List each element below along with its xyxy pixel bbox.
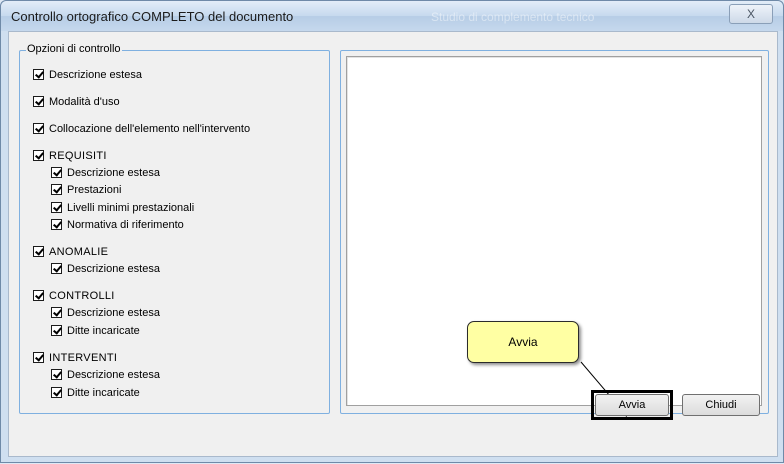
close-icon: X <box>746 7 755 21</box>
option-label: Descrizione estesa <box>67 306 160 319</box>
option-controlli-ditte[interactable]: Ditte incaricate <box>51 323 140 338</box>
close-window-button[interactable]: X <box>729 4 773 24</box>
option-interventi-descrizione[interactable]: Descrizione estesa <box>51 367 160 382</box>
option-label: Descrizione estesa <box>49 68 142 81</box>
start-button-highlight <box>591 390 673 420</box>
checkbox[interactable] <box>51 202 62 213</box>
option-label: CONTROLLI <box>49 289 115 302</box>
option-anomalie[interactable]: ANOMALIE <box>33 244 108 259</box>
checkbox[interactable] <box>51 263 62 274</box>
checkbox[interactable] <box>33 290 44 301</box>
option-modalita-uso[interactable]: Modalità d'uso <box>33 94 120 109</box>
option-label: Descrizione estesa <box>67 262 160 275</box>
options-groupbox: Opzioni di controllo Descrizione estesa … <box>19 43 330 414</box>
option-controlli[interactable]: CONTROLLI <box>33 288 115 303</box>
dialog-window: Controllo ortografico COMPLETO del docum… <box>0 0 784 463</box>
option-label: INTERVENTI <box>49 351 118 364</box>
option-requisiti-normativa[interactable]: Normativa di riferimento <box>51 217 184 232</box>
checkbox[interactable] <box>51 184 62 195</box>
option-label: Normativa di riferimento <box>67 218 184 231</box>
option-requisiti-livelli[interactable]: Livelli minimi prestazionali <box>51 200 194 215</box>
option-interventi[interactable]: INTERVENTI <box>33 350 117 365</box>
checkbox[interactable] <box>51 219 62 230</box>
close-button-label: Chiudi <box>705 399 737 411</box>
checkbox[interactable] <box>51 325 62 336</box>
callout-annotation: Avvia <box>467 321 579 363</box>
checkbox[interactable] <box>51 167 62 178</box>
option-label: Livelli minimi prestazionali <box>67 201 195 214</box>
option-requisiti-descrizione[interactable]: Descrizione estesa <box>51 165 160 180</box>
option-descrizione-estesa[interactable]: Descrizione estesa <box>33 67 142 82</box>
checkbox[interactable] <box>51 369 62 380</box>
callout-text: Avvia <box>508 335 538 349</box>
checkbox[interactable] <box>33 150 44 161</box>
title-bar[interactable]: Controllo ortografico COMPLETO del docum… <box>1 1 783 31</box>
option-requisiti-prestazioni[interactable]: Prestazioni <box>51 182 121 197</box>
option-label: Descrizione estesa <box>67 166 160 179</box>
option-label: REQUISITI <box>49 149 107 162</box>
option-label: Collocazione dell'elemento nell'interven… <box>49 122 251 135</box>
options-group-legend: Opzioni di controllo <box>26 43 122 55</box>
option-label: Ditte incaricate <box>67 386 140 399</box>
option-interventi-ditte[interactable]: Ditte incaricate <box>51 385 140 400</box>
checkbox[interactable] <box>51 387 62 398</box>
checkbox[interactable] <box>33 123 44 134</box>
checkbox[interactable] <box>33 96 44 107</box>
checkbox[interactable] <box>33 69 44 80</box>
option-controlli-descrizione[interactable]: Descrizione estesa <box>51 305 160 320</box>
option-requisiti[interactable]: REQUISITI <box>33 148 107 163</box>
checkbox[interactable] <box>51 307 62 318</box>
option-label: Ditte incaricate <box>67 324 140 337</box>
option-collocazione[interactable]: Collocazione dell'elemento nell'interven… <box>33 121 250 136</box>
checkbox[interactable] <box>33 352 44 363</box>
option-label: Descrizione estesa <box>67 368 160 381</box>
option-label: ANOMALIE <box>49 245 109 258</box>
option-label: Prestazioni <box>67 183 122 196</box>
checkbox[interactable] <box>33 246 44 257</box>
option-label: Modalità d'uso <box>49 95 120 108</box>
background-window-title: Studio di complemento tecnico <box>431 10 595 24</box>
option-anomalie-descrizione[interactable]: Descrizione estesa <box>51 261 160 276</box>
window-title: Controllo ortografico COMPLETO del docum… <box>11 9 294 24</box>
close-button[interactable]: Chiudi <box>682 394 760 416</box>
